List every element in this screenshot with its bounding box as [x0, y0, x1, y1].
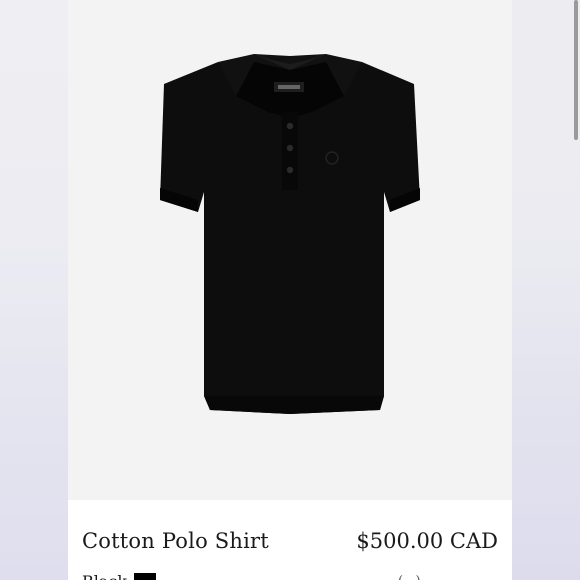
product-title[interactable]: Cotton Polo Shirt [82, 529, 269, 553]
product-info: Cotton Polo Shirt $500.00 CAD Black (...… [68, 500, 512, 580]
blurred-backdrop-left [0, 0, 68, 580]
size-hint: (...) [398, 574, 421, 580]
product-card[interactable]: Cotton Polo Shirt $500.00 CAD Black (...… [68, 0, 512, 580]
product-image[interactable] [68, 0, 512, 500]
color-label: Black [82, 572, 127, 580]
polo-shirt-illustration [160, 54, 420, 414]
product-price: $500.00 CAD [356, 529, 498, 553]
blurred-backdrop-right [512, 0, 580, 580]
scrollbar[interactable] [574, 0, 578, 140]
color-swatch[interactable] [134, 573, 156, 580]
